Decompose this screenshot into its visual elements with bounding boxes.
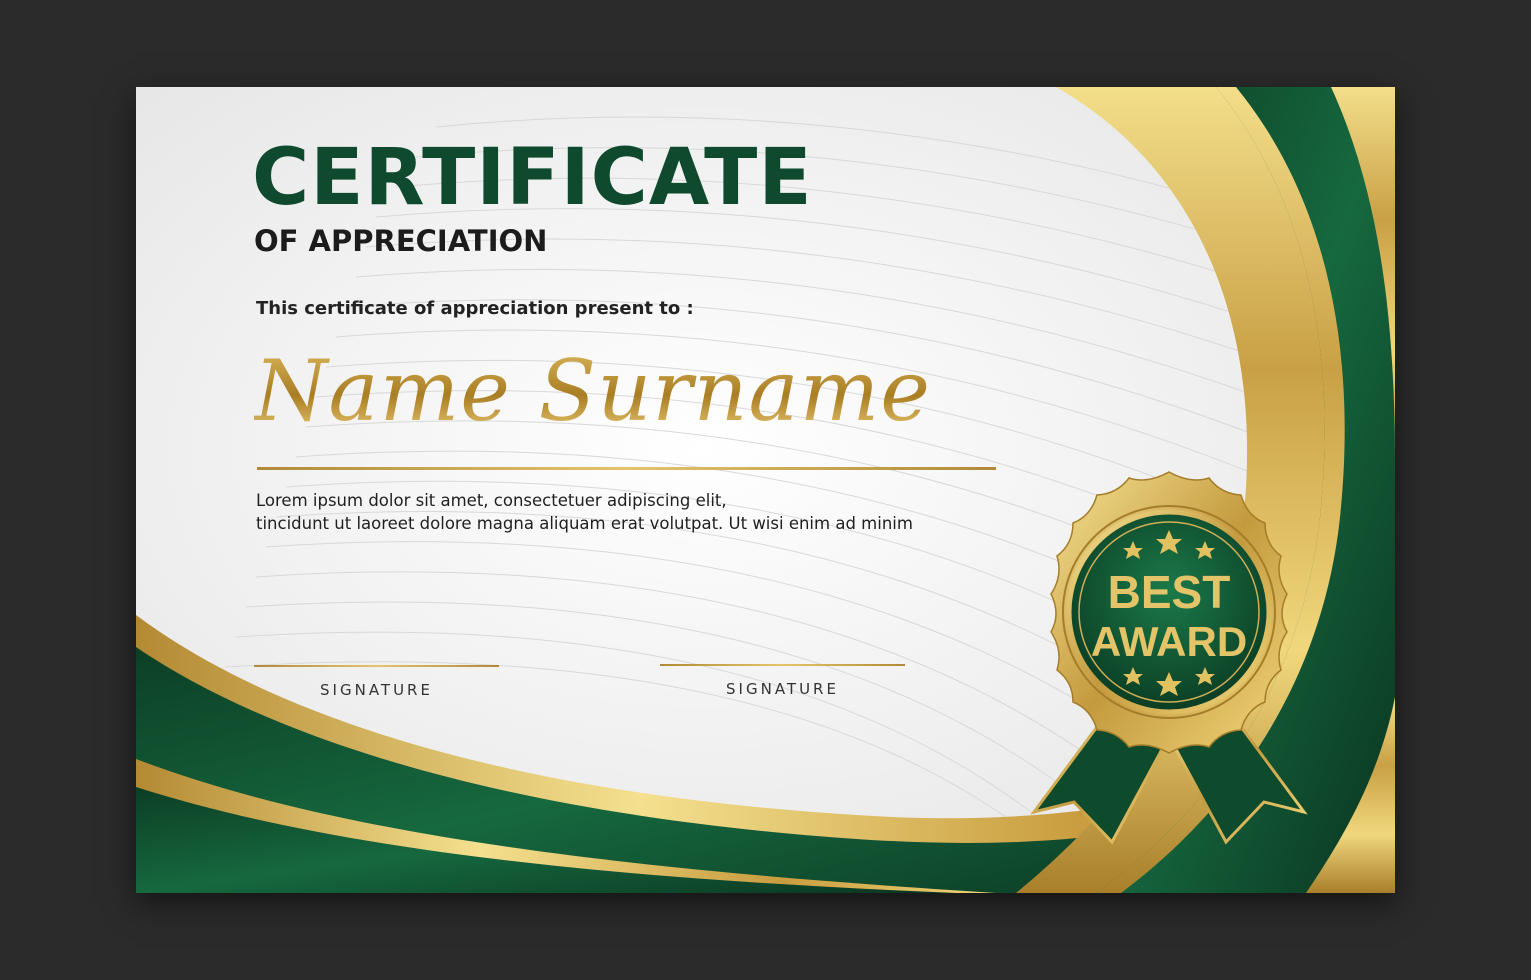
certificate-title: CERTIFICATE [252, 133, 813, 223]
signature-right: SIGNATURE [660, 664, 905, 698]
body-line: tincidunt ut laoreet dolore magna aliqua… [256, 514, 913, 533]
badge-text-award: AWARD [1091, 618, 1247, 665]
award-badge: BEST AWARD [1030, 471, 1308, 845]
signature-line [254, 665, 499, 667]
signature-label: SIGNATURE [726, 680, 839, 698]
recipient-name: Name Surname [254, 342, 931, 440]
signature-left: SIGNATURE [254, 665, 499, 699]
body-line: Lorem ipsum dolor sit amet, consectetuer… [256, 491, 727, 510]
signature-line [660, 664, 905, 666]
presentation-text: This certificate of appreciation present… [256, 298, 694, 319]
name-underline [257, 467, 996, 470]
certificate: CERTIFICATE OF APPRECIATION This certifi… [136, 87, 1395, 893]
badge-text-best: BEST [1108, 566, 1231, 618]
certificate-subtitle: OF APPRECIATION [254, 224, 548, 258]
body-text: Lorem ipsum dolor sit amet, consectetuer… [256, 489, 976, 535]
signature-label: SIGNATURE [320, 681, 433, 699]
